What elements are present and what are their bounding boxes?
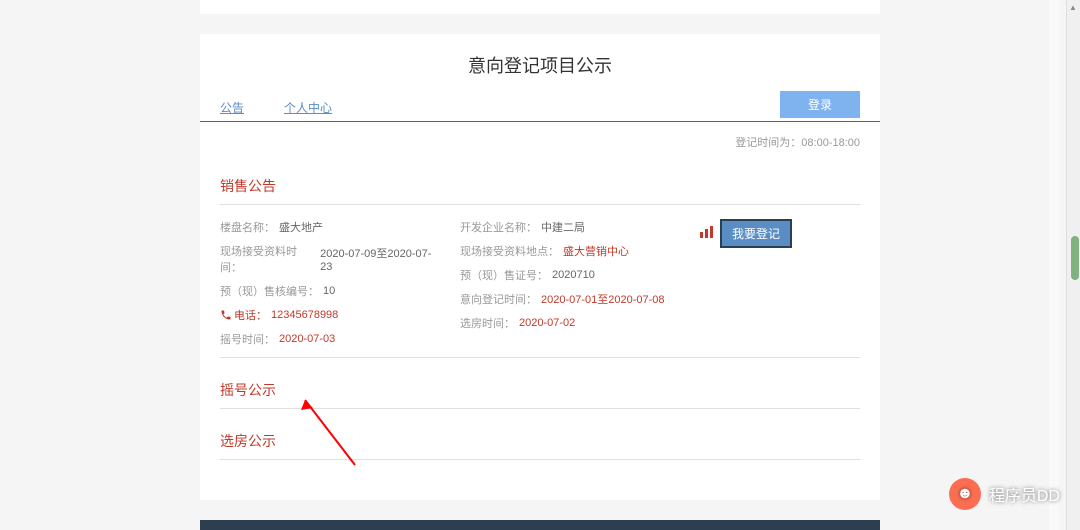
inner-scrollbar-track[interactable] <box>1049 0 1059 530</box>
intent-time-label: 意向登记时间： <box>460 291 537 307</box>
onsite-place-value: 盛大营销中心 <box>563 243 629 259</box>
select-notice-title: 选房公示 <box>220 423 860 460</box>
phone-value: 12345678998 <box>271 309 338 321</box>
page-scrollbar-thumb[interactable] <box>1071 236 1079 280</box>
top-white-band <box>200 0 880 14</box>
main-card: 意向登记项目公示 公告 个人中心 登录 登记时间为：08:00-18:00 销售… <box>200 34 880 500</box>
presale-cert-value: 2020710 <box>552 269 595 281</box>
nav-notice-link[interactable]: 公告 <box>220 99 244 116</box>
building-name-label: 楼盘名称： <box>220 219 275 235</box>
intent-time-value: 2020-07-01至2020-07-08 <box>541 291 665 307</box>
bar-chart-icon <box>700 226 714 241</box>
nav-personal-link[interactable]: 个人中心 <box>284 99 332 116</box>
phone-icon <box>220 309 232 321</box>
footer: 版权所有：iceman 网站标识码：956007 网站技术支持热线：132333… <box>200 520 880 530</box>
scrollbar-up-arrow-icon[interactable]: ▲ <box>1066 0 1080 14</box>
watermark: ☻ 程序员DD <box>949 478 1060 510</box>
page-title: 意向登记项目公示 <box>200 34 880 94</box>
dev-company-value: 中建二局 <box>541 219 585 235</box>
register-button[interactable]: 我要登记 <box>720 219 792 248</box>
onsite-place-label: 现场接受资料地点： <box>460 243 559 259</box>
login-button[interactable]: 登录 <box>780 91 860 118</box>
register-time-notice: 登记时间为：08:00-18:00 <box>200 122 880 158</box>
lottery-time-label: 摇号时间： <box>220 331 275 347</box>
watermark-avatar-icon: ☻ <box>949 478 981 510</box>
building-name-value: 盛大地产 <box>279 219 323 235</box>
onsite-time-label: 现场接受资料时间： <box>220 243 316 275</box>
sale-notice-title: 销售公告 <box>220 168 860 205</box>
presale-num-label: 预（现）售核编号： <box>220 283 319 299</box>
presale-cert-label: 预（现）售证号： <box>460 267 548 283</box>
select-time-label: 选房时间： <box>460 315 515 331</box>
presale-num-value: 10 <box>323 285 335 297</box>
lottery-notice-title: 摇号公示 <box>220 372 860 409</box>
sale-info-grid: 楼盘名称： 盛大地产 现场接受资料时间： 2020-07-09至2020-07-… <box>220 215 860 351</box>
nav-row: 公告 个人中心 登录 <box>200 94 880 122</box>
phone-label: 电话： <box>234 307 267 323</box>
dev-company-label: 开发企业名称： <box>460 219 537 235</box>
onsite-time-value: 2020-07-09至2020-07-23 <box>320 245 440 273</box>
lottery-time-value: 2020-07-03 <box>279 333 335 345</box>
select-time-value: 2020-07-02 <box>519 317 575 329</box>
watermark-text: 程序员DD <box>989 482 1060 506</box>
